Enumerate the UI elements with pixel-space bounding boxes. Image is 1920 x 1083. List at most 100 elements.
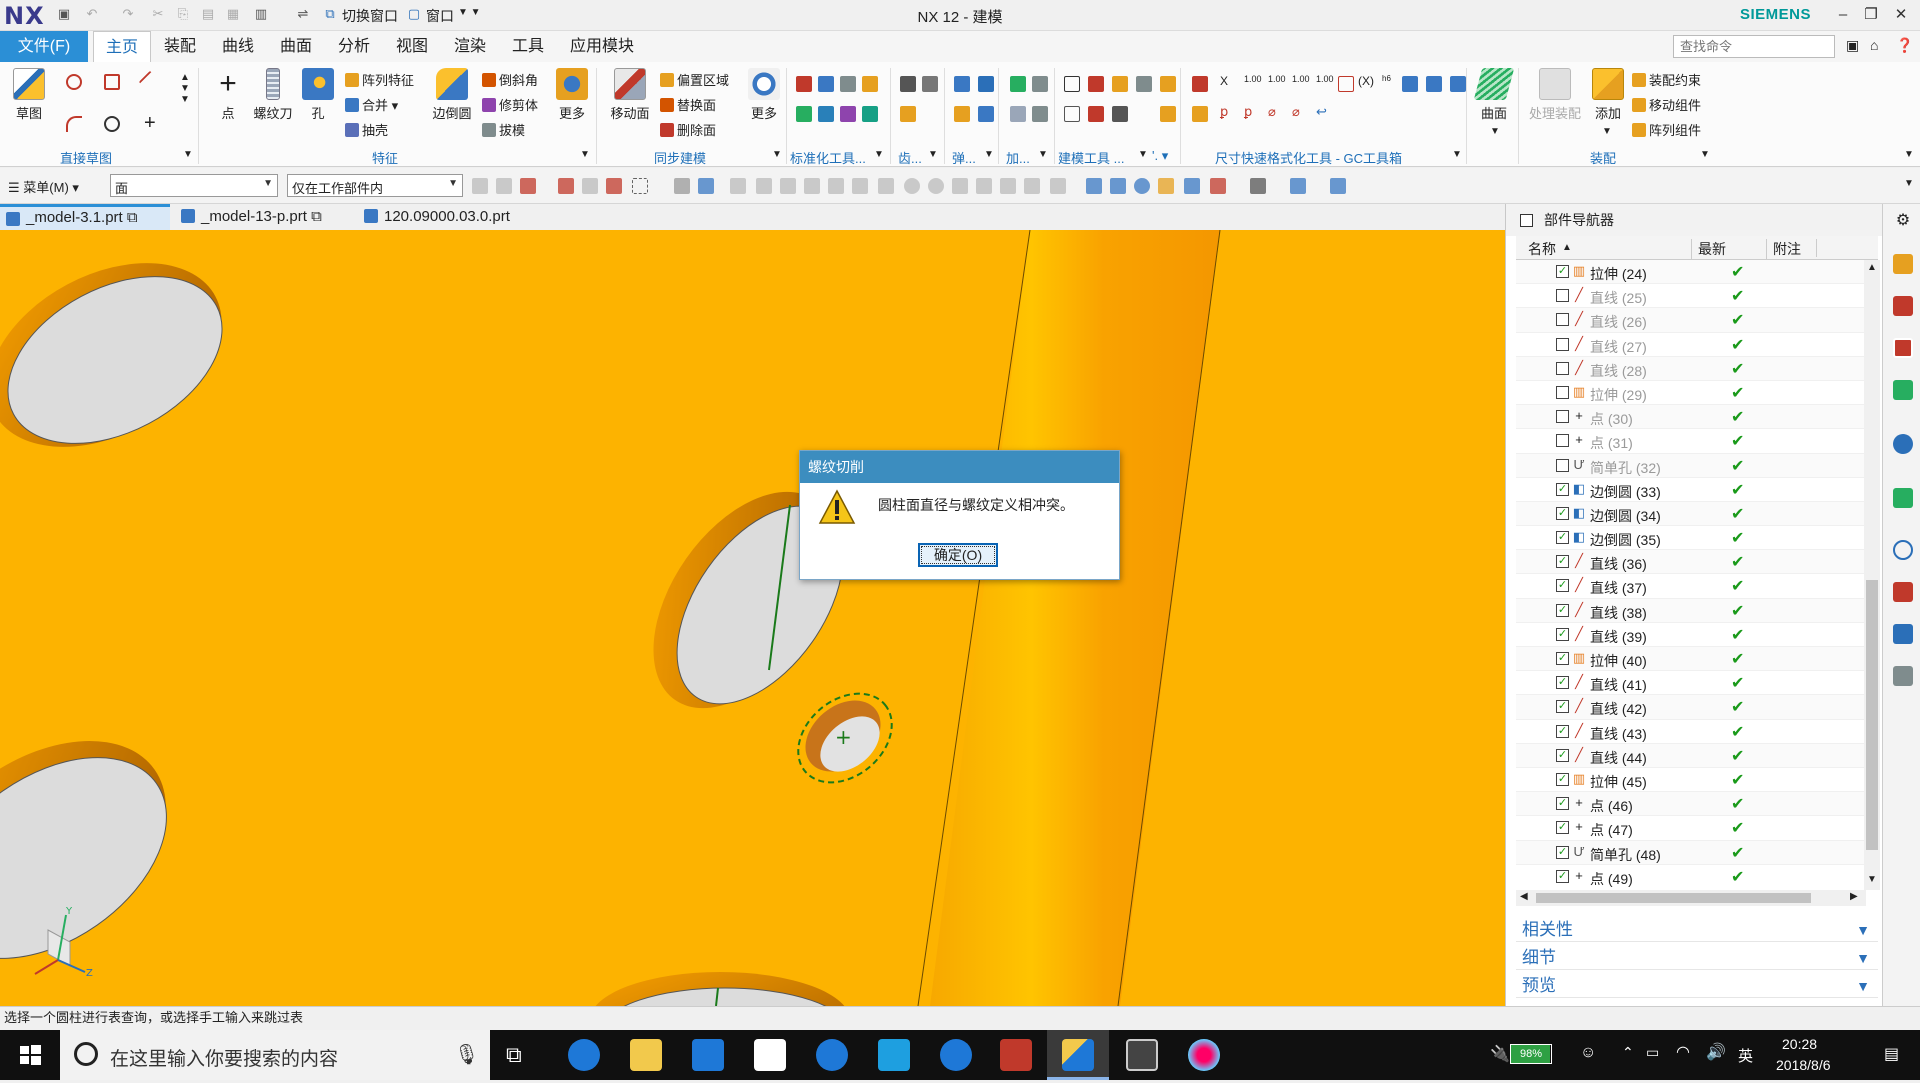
- standard-tool-icon-6[interactable]: [818, 106, 834, 122]
- feature-visibility-checkbox[interactable]: [1556, 313, 1569, 327]
- scroll-down-icon[interactable]: ▼: [1867, 874, 1877, 885]
- microphone-icon[interactable]: 🎙: [454, 1042, 479, 1067]
- tab-surface[interactable]: 曲面: [268, 31, 324, 62]
- group-spring-more-icon[interactable]: ▼: [984, 149, 994, 160]
- snap-icon-7[interactable]: [878, 178, 894, 194]
- clock-time[interactable]: 20:28: [1782, 1036, 1817, 1052]
- clock-icon[interactable]: [1893, 540, 1913, 560]
- feature-visibility-checkbox[interactable]: ✓: [1556, 652, 1569, 665]
- modeling-tool-icon-1[interactable]: [1064, 76, 1080, 92]
- snap-icon-1[interactable]: [730, 178, 746, 194]
- rectangle-select-icon[interactable]: [632, 178, 648, 194]
- selection-tool-icon-4[interactable]: [558, 178, 574, 194]
- tree-row[interactable]: + 点 (30) ✔: [1516, 405, 1866, 430]
- selection-tool-icon-6[interactable]: [606, 178, 622, 194]
- selection-bar-options-icon[interactable]: ▼: [1904, 178, 1914, 189]
- input-method-indicator[interactable]: 英: [1738, 1045, 1753, 1066]
- feature-visibility-checkbox[interactable]: ✓: [1556, 265, 1569, 278]
- paste-special-icon[interactable]: ▦: [225, 6, 241, 22]
- section-details[interactable]: 细节 ▼: [1516, 946, 1878, 970]
- more-sync-button[interactable]: 更多: [746, 68, 782, 122]
- view-tool-icon-4[interactable]: [1158, 178, 1174, 194]
- tree-row[interactable]: ✓ ╱ 直线 (38) ✔: [1516, 598, 1866, 623]
- scrollbar-thumb[interactable]: [1536, 893, 1811, 903]
- dim-format-icon-3[interactable]: 1.00: [1244, 74, 1262, 84]
- power-plug-icon[interactable]: 🔌: [1490, 1044, 1510, 1064]
- collapse-ribbon-icon[interactable]: ⌂: [1870, 37, 1878, 53]
- wifi-icon[interactable]: ◠: [1676, 1042, 1690, 1062]
- app-icon-2[interactable]: [1188, 1039, 1220, 1071]
- feature-visibility-checkbox[interactable]: [1556, 458, 1569, 472]
- standard-tool-icon-7[interactable]: [840, 106, 856, 122]
- feature-visibility-checkbox[interactable]: ✓: [1556, 869, 1569, 883]
- close-button[interactable]: ✕: [1886, 4, 1916, 26]
- process-tool-icon-2[interactable]: [1032, 76, 1048, 92]
- feature-visibility-checkbox[interactable]: [1556, 385, 1569, 399]
- notification-icon[interactable]: ▤: [1884, 1044, 1899, 1064]
- feature-visibility-checkbox[interactable]: ✓: [1556, 506, 1569, 520]
- sketch-button[interactable]: 草图: [6, 68, 52, 122]
- tree-row[interactable]: ✓ ◧ 边倒圆 (33) ✔: [1516, 478, 1866, 502]
- snap-icon-14[interactable]: [1050, 178, 1066, 194]
- window-menu-button[interactable]: 窗口: [426, 6, 454, 26]
- feature-visibility-checkbox[interactable]: ✓: [1556, 700, 1569, 714]
- edge-browser-icon[interactable]: [568, 1039, 600, 1071]
- assembly-constraint-button[interactable]: 装配约束: [1632, 70, 1701, 89]
- history-icon[interactable]: [1893, 488, 1913, 508]
- tree-row[interactable]: ✓ ╱ 直线 (37) ✔: [1516, 574, 1866, 599]
- tree-row[interactable]: ✓ ▥ 拉伸 (24) ✔: [1516, 260, 1866, 285]
- reuse-library-icon[interactable]: [1893, 380, 1913, 400]
- standard-tool-icon-5[interactable]: [796, 106, 812, 122]
- tree-row[interactable]: ✓ ╱ 直线 (44) ✔: [1516, 743, 1866, 768]
- standard-tool-icon-2[interactable]: [818, 76, 834, 92]
- snap-icon-13[interactable]: [1024, 178, 1040, 194]
- feature-visibility-checkbox[interactable]: [1556, 434, 1569, 448]
- group-modeling-more-icon[interactable]: ▼: [1138, 149, 1148, 160]
- standard-tool-icon-3[interactable]: [840, 76, 856, 92]
- arc-icon[interactable]: [66, 116, 82, 132]
- file-menu-tab[interactable]: 文件(F): [0, 31, 88, 62]
- dim-format-icon-9[interactable]: h6: [1382, 74, 1391, 83]
- section-dependencies[interactable]: 相关性 ▼: [1516, 918, 1878, 942]
- tab-assembly[interactable]: 装配: [152, 31, 208, 62]
- hole-button[interactable]: 孔: [300, 68, 336, 122]
- clock-date[interactable]: 2018/8/6: [1776, 1057, 1831, 1073]
- window-menu-dropdown-icon[interactable]: ▼ ▼: [458, 7, 481, 18]
- selection-tool-icon-2[interactable]: [496, 178, 512, 194]
- model-view[interactable]: + Y Z: [0, 230, 1505, 1006]
- feature-visibility-checkbox[interactable]: [1556, 337, 1569, 351]
- ok-button[interactable]: 确定(O): [918, 543, 998, 567]
- process-studio-icon[interactable]: [1893, 666, 1913, 686]
- tree-row[interactable]: ╱ 直线 (25) ✔: [1516, 284, 1866, 309]
- autocad-icon[interactable]: [1000, 1039, 1032, 1071]
- trim-body-button[interactable]: 修剪体: [482, 95, 538, 114]
- undo-icon[interactable]: ↶: [84, 6, 100, 22]
- graphics-viewport[interactable]: + Y Z: [0, 230, 1505, 1006]
- rectangle-icon[interactable]: [104, 74, 120, 90]
- more-features-button[interactable]: 更多: [554, 68, 590, 122]
- dim-format-icon-11[interactable]: [1426, 76, 1442, 92]
- snap-icon-4[interactable]: [804, 178, 820, 194]
- feature-visibility-checkbox[interactable]: ✓: [1556, 482, 1569, 496]
- scrollbar-thumb[interactable]: [1866, 580, 1878, 850]
- tree-row[interactable]: ✓ ▥ 拉伸 (45) ✔: [1516, 768, 1866, 793]
- selection-tool-icon-8[interactable]: [698, 178, 714, 194]
- dim-format-icon-1[interactable]: [1192, 76, 1208, 92]
- help-icon[interactable]: ❓: [1896, 37, 1913, 54]
- tree-row[interactable]: ╱ 直线 (28) ✔: [1516, 356, 1866, 381]
- minimize-button[interactable]: –: [1828, 4, 1858, 26]
- dim-format-icon-14[interactable]: ꝑ: [1220, 104, 1228, 120]
- modeling-tool-icon-9[interactable]: [1160, 106, 1176, 122]
- dim-format-icon-2[interactable]: X: [1220, 74, 1228, 88]
- snap-icon-8[interactable]: [904, 178, 920, 194]
- group-gear-more-icon[interactable]: ▼: [928, 149, 938, 160]
- gear-tool-icon-2[interactable]: [922, 76, 938, 92]
- selection-tool-icon-3[interactable]: [520, 178, 536, 194]
- dim-format-icon-17[interactable]: ⌀: [1292, 104, 1300, 120]
- tree-row[interactable]: ✓ + 点 (47) ✔: [1516, 816, 1866, 841]
- redo-icon[interactable]: ↷: [120, 6, 136, 22]
- modeling-tool-icon-6[interactable]: [1088, 106, 1104, 122]
- constraint-navigator-icon[interactable]: [1893, 296, 1913, 316]
- tree-row[interactable]: ✓ ◧ 边倒圆 (34) ✔: [1516, 501, 1866, 527]
- modeling-tool-icon-3[interactable]: [1112, 76, 1128, 92]
